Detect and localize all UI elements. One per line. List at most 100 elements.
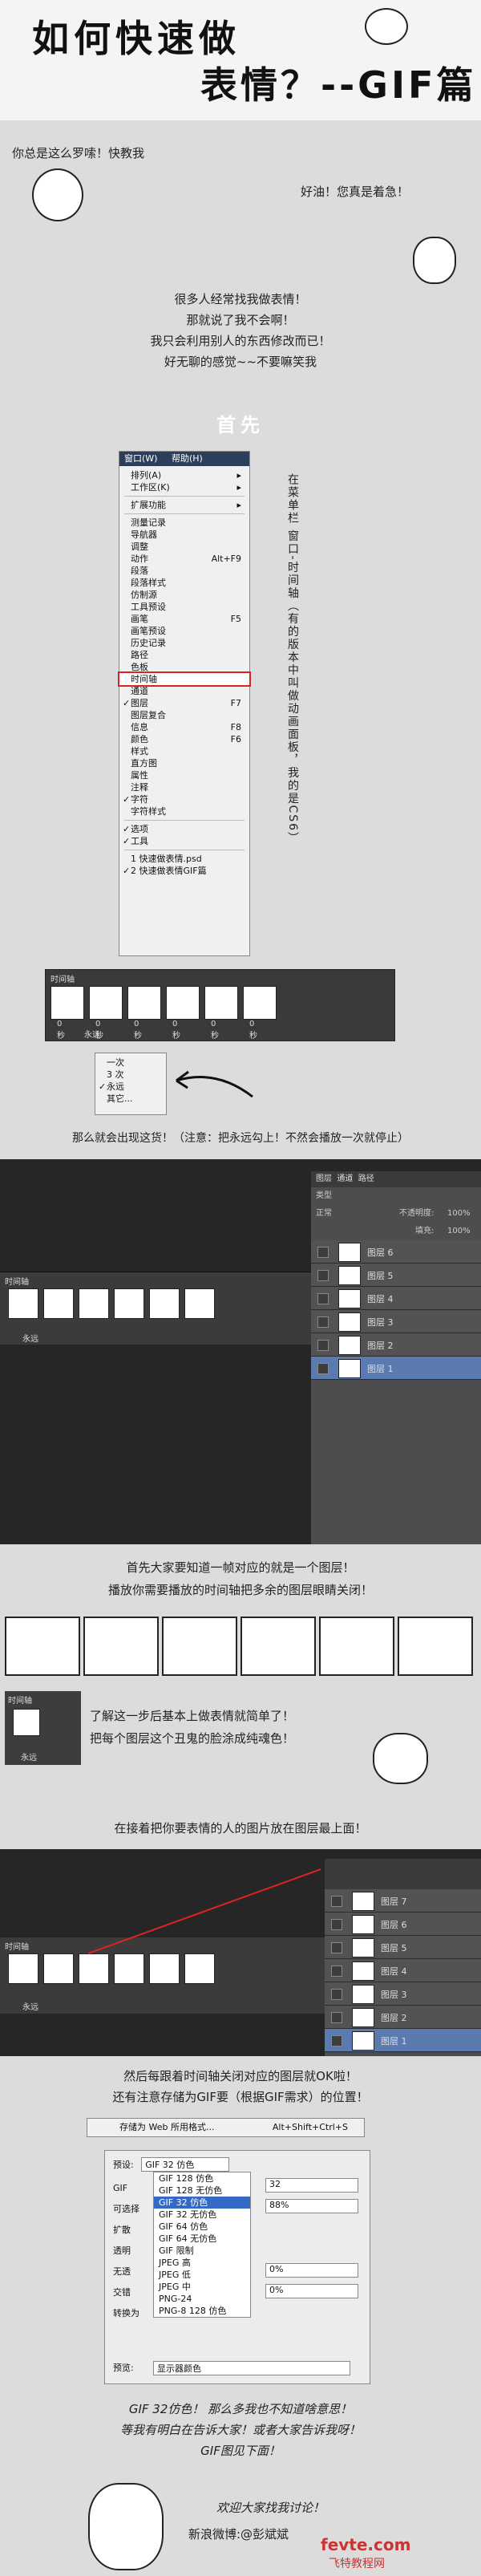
- menu-item[interactable]: 历史记录: [119, 637, 249, 649]
- preview-select[interactable]: 显示器颜色: [153, 2361, 350, 2375]
- eye-icon[interactable]: [331, 2035, 342, 2047]
- preset-option[interactable]: GIF 128 仿色: [154, 2172, 250, 2185]
- menu-item[interactable]: 画笔预设: [119, 625, 249, 637]
- preset-option[interactable]: JPEG 中: [154, 2281, 250, 2293]
- blend-select[interactable]: 正常: [316, 1209, 332, 1218]
- menu-item[interactable]: 导航器: [119, 529, 249, 541]
- layer-row[interactable]: 图层 1: [325, 2029, 481, 2052]
- menu-item[interactable]: 段落样式: [119, 577, 249, 589]
- menu-item[interactable]: 1 快速做表情.psd: [119, 853, 249, 865]
- menu-window[interactable]: 窗口(W): [124, 453, 157, 464]
- layer-row[interactable]: 图层 5: [325, 1936, 481, 1959]
- loop-option-other[interactable]: 其它...: [95, 1093, 166, 1105]
- timeline-panel[interactable]: 时间轴 0秒 0秒 0秒 0秒 0秒 0秒 永远: [45, 969, 395, 1041]
- menu-item[interactable]: ✓ 字符: [119, 793, 249, 805]
- layer-row[interactable]: 图层 2: [311, 1333, 481, 1357]
- preset-option[interactable]: PNG-24: [154, 2293, 250, 2305]
- loop-select-3[interactable]: 永远: [22, 2000, 38, 2012]
- loop-option-3[interactable]: 3 次: [95, 1069, 166, 1081]
- menu-item[interactable]: 颜色 F6: [119, 733, 249, 745]
- menu-item[interactable]: 扩展功能 ▸: [119, 499, 249, 511]
- loop-select-2[interactable]: 永远: [22, 1332, 38, 1344]
- frame-delay[interactable]: 0秒: [249, 1020, 257, 1041]
- timeline-frame[interactable]: [8, 1288, 38, 1319]
- layer-row[interactable]: 图层 3: [311, 1310, 481, 1333]
- save-dialog[interactable]: 预设: GIF 32 仿色 GIF 可选择 扩散 透明 无透 交错 转换为 GIF 128 …: [104, 2150, 370, 2384]
- preset-select[interactable]: GIF 32 仿色: [141, 2157, 230, 2172]
- preset-option[interactable]: GIF 64 仿色: [154, 2221, 250, 2233]
- tab-paths[interactable]: 路径: [358, 1174, 374, 1183]
- layers-panel[interactable]: 图层 通道 路径 类型 正常 不透明度: 100% 填充: 100% 图层 6图…: [311, 1171, 481, 1544]
- preset-option[interactable]: JPEG 低: [154, 2269, 250, 2281]
- eye-icon[interactable]: [317, 1293, 329, 1304]
- timeline-frame[interactable]: [114, 1288, 144, 1319]
- timeline-panel-2[interactable]: 时间轴 永远: [0, 1272, 311, 1345]
- preset-option[interactable]: PNG-8 128 仿色: [154, 2305, 250, 2317]
- tab-layers[interactable]: 图层: [316, 1174, 332, 1183]
- eye-icon[interactable]: [331, 1919, 342, 1930]
- menu-item[interactable]: 调整: [119, 541, 249, 553]
- menu-item[interactable]: 直方图: [119, 757, 249, 769]
- layer-row[interactable]: 图层 1: [311, 1357, 481, 1380]
- menu-item[interactable]: 工具预设: [119, 601, 249, 613]
- timeline-frame[interactable]: [184, 1288, 215, 1319]
- tab-channels[interactable]: 通道: [337, 1174, 353, 1183]
- eye-icon[interactable]: [331, 1896, 342, 1907]
- frame-delay[interactable]: 0秒: [211, 1020, 219, 1041]
- layer-row[interactable]: 图层 7: [325, 1889, 481, 1913]
- dither-select[interactable]: 88%: [265, 2199, 358, 2213]
- layer-row[interactable]: 图层 6: [311, 1240, 481, 1264]
- eye-icon[interactable]: [317, 1363, 329, 1374]
- menu-help[interactable]: 帮助(H): [172, 453, 203, 464]
- eye-icon[interactable]: [317, 1270, 329, 1281]
- menu-item[interactable]: 排列(A) ▸: [119, 469, 249, 481]
- timeline-frame[interactable]: [149, 1288, 180, 1319]
- menu-item[interactable]: ✓ 选项: [119, 823, 249, 835]
- eye-icon[interactable]: [331, 2012, 342, 2023]
- web-value[interactable]: 0%: [265, 2284, 358, 2298]
- small-timeline-loop[interactable]: 永远: [21, 1750, 37, 1763]
- menu-item[interactable]: 样式: [119, 745, 249, 757]
- menu-item[interactable]: 属性: [119, 769, 249, 781]
- preset-option[interactable]: JPEG 高: [154, 2257, 250, 2269]
- menu-item[interactable]: 图层复合: [119, 709, 249, 721]
- timeline-frame[interactable]: [243, 986, 277, 1020]
- eye-icon[interactable]: [331, 1989, 342, 2000]
- timeline-frame[interactable]: [43, 1953, 74, 1984]
- eye-icon[interactable]: [331, 1965, 342, 1977]
- menu-item[interactable]: 通道: [119, 685, 249, 697]
- frame-delay[interactable]: 0秒: [172, 1020, 180, 1041]
- timeline-frame[interactable]: [79, 1288, 109, 1319]
- menu-item[interactable]: 信息 F8: [119, 721, 249, 733]
- menu-item[interactable]: 路径: [119, 649, 249, 661]
- layer-row[interactable]: 图层 2: [325, 2006, 481, 2029]
- timeline-frame[interactable]: [204, 986, 238, 1020]
- colors-select[interactable]: 32: [265, 2178, 358, 2193]
- kind-select[interactable]: 类型: [316, 1191, 332, 1200]
- menu-item[interactable]: 测量记录: [119, 517, 249, 529]
- menu-item[interactable]: 工作区(K) ▸: [119, 481, 249, 493]
- timeline-frame[interactable]: [8, 1953, 38, 1984]
- menu-item[interactable]: 动作 Alt+F9: [119, 553, 249, 565]
- preset-option[interactable]: GIF 限制: [154, 2245, 250, 2257]
- eye-icon[interactable]: [331, 1942, 342, 1953]
- loop-option-forever[interactable]: ✓ 永远: [95, 1081, 166, 1093]
- window-menu[interactable]: 窗口(W) 帮助(H) 排列(A) ▸ 工作区(K) ▸ 扩展功能 ▸ 测量记录 导航器 调整动…: [118, 451, 251, 956]
- eye-icon[interactable]: [317, 1340, 329, 1351]
- loop-option-once[interactable]: 一次: [95, 1057, 166, 1069]
- timeline-frame[interactable]: [89, 986, 123, 1020]
- preset-dropdown[interactable]: GIF 128 仿色 GIF 128 无仿色 GIF 32 仿色 GIF 32 无仿色…: [153, 2172, 251, 2318]
- frame-delay[interactable]: 0秒: [134, 1020, 142, 1041]
- menu-item[interactable]: ✓ 2 快速做表情GIF篇: [119, 865, 249, 877]
- opacity-value[interactable]: 100%: [447, 1205, 471, 1223]
- layer-row[interactable]: 图层 3: [325, 1982, 481, 2006]
- timeline-frame[interactable]: [166, 986, 200, 1020]
- loop-select[interactable]: 永远: [84, 1028, 100, 1040]
- layer-row[interactable]: 图层 4: [325, 1959, 481, 1982]
- side-value[interactable]: 0%: [265, 2263, 358, 2278]
- menu-item[interactable]: 段落: [119, 565, 249, 577]
- menu-item[interactable]: 色板: [119, 661, 249, 673]
- fill-value[interactable]: 100%: [447, 1223, 471, 1240]
- preset-option[interactable]: GIF 32 无仿色: [154, 2209, 250, 2221]
- menu-item[interactable]: ✓ 图层 F7: [119, 697, 249, 709]
